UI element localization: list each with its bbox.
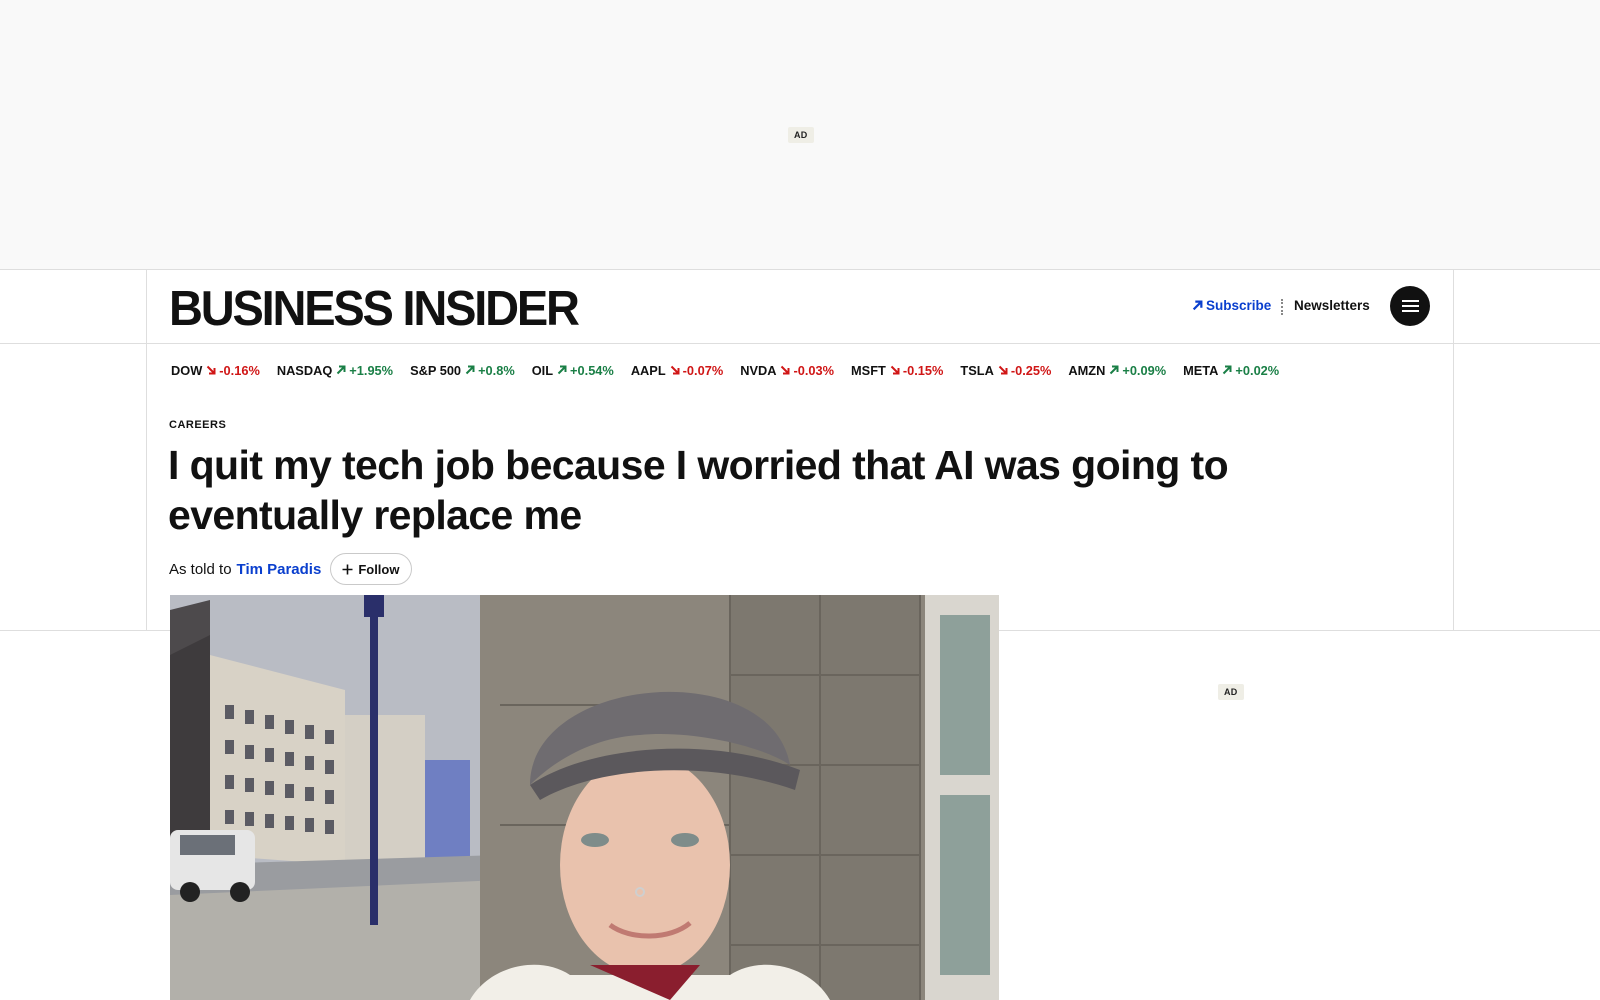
ticker-symbol: META xyxy=(1183,362,1219,378)
author-link[interactable]: Tim Paradis xyxy=(237,561,322,578)
arrow-down-right-icon xyxy=(781,365,790,375)
ticker-symbol: NVDA xyxy=(740,362,777,378)
ad-label: AD xyxy=(788,127,814,143)
arrow-down-right-icon xyxy=(998,365,1008,375)
article-category[interactable]: CAREERS xyxy=(169,419,226,431)
arrow-down-right-icon xyxy=(670,365,680,375)
ticker-symbol: AAPL xyxy=(630,362,666,378)
ticker-change: +0.02% xyxy=(1235,362,1280,378)
arrow-down-right-icon xyxy=(207,365,216,375)
ticker-change: -0.16% xyxy=(219,362,260,378)
ticker-symbol: S&P 500 xyxy=(410,362,462,378)
ticker-change: -0.07% xyxy=(682,362,724,378)
hero-photo-illustration xyxy=(170,595,999,1000)
ticker-change: +1.95% xyxy=(349,362,394,378)
market-ticker: DOW -0.16% NASDAQ +1.95% S&P 500 +0.8% OIL +0.5… xyxy=(171,360,1284,380)
arrow-up-right-icon xyxy=(465,365,475,375)
hero-photo xyxy=(170,595,999,1000)
arrow-up-right-icon xyxy=(557,365,567,375)
arrow-up-right-icon xyxy=(337,365,346,375)
ticker-change: -0.15% xyxy=(902,362,944,378)
subscribe-link[interactable]: Subscribe xyxy=(1192,298,1271,313)
ticker-change: +0.8% xyxy=(478,362,515,378)
side-ad-label: AD xyxy=(1218,684,1244,700)
ticker-item[interactable]: AMZN +0.09% xyxy=(1068,363,1166,378)
newsletters-link[interactable]: Newsletters xyxy=(1294,298,1370,313)
ticker-symbol: MSFT xyxy=(851,362,886,378)
byline-prefix: As told to xyxy=(169,560,232,578)
follow-button[interactable]: Follow xyxy=(330,553,413,585)
top-ad-slot: AD xyxy=(0,0,1600,270)
arrow-up-right-icon xyxy=(1110,365,1119,375)
ticker-change: -0.03% xyxy=(793,362,835,378)
ticker-item[interactable]: MSFT -0.15% xyxy=(851,363,943,378)
ticker-symbol: TSLA xyxy=(960,362,994,378)
byline: As told to Tim Paradis Follow xyxy=(169,553,413,585)
hamburger-icon xyxy=(1401,300,1419,312)
ticker-symbol: AMZN xyxy=(1068,362,1106,378)
follow-label: Follow xyxy=(358,561,400,577)
ticker-item[interactable]: S&P 500 +0.8% xyxy=(410,363,515,378)
ticker-change: +0.54% xyxy=(570,362,614,378)
ticker-symbol: DOW xyxy=(171,362,203,378)
nav-divider xyxy=(1281,299,1283,315)
ticker-item[interactable]: NASDAQ +1.95% xyxy=(277,363,393,378)
ticker-symbol: OIL xyxy=(531,362,554,378)
subscribe-label: Subscribe xyxy=(1206,298,1272,313)
ticker-item[interactable]: DOW -0.16% xyxy=(171,363,260,378)
arrow-down-right-icon xyxy=(890,365,900,375)
site-logo[interactable]: BUSINESS INSIDER xyxy=(169,279,580,338)
ticker-item[interactable]: OIL +0.54% xyxy=(532,363,614,378)
ticker-symbol: NASDAQ xyxy=(276,362,333,378)
plus-icon xyxy=(342,564,353,574)
ticker-item[interactable]: AAPL -0.07% xyxy=(631,363,723,378)
arrow-up-right-icon xyxy=(1192,300,1203,311)
arrow-up-right-icon xyxy=(1223,365,1232,375)
menu-button[interactable] xyxy=(1390,286,1430,326)
ticker-item[interactable]: META +0.02% xyxy=(1183,363,1279,378)
ticker-item[interactable]: TSLA -0.25% xyxy=(960,363,1051,378)
ticker-change: +0.09% xyxy=(1122,362,1167,378)
ticker-item[interactable]: NVDA -0.03% xyxy=(740,363,834,378)
article-headline: I quit my tech job because I worried tha… xyxy=(168,442,1229,538)
ticker-change: -0.25% xyxy=(1010,362,1052,378)
